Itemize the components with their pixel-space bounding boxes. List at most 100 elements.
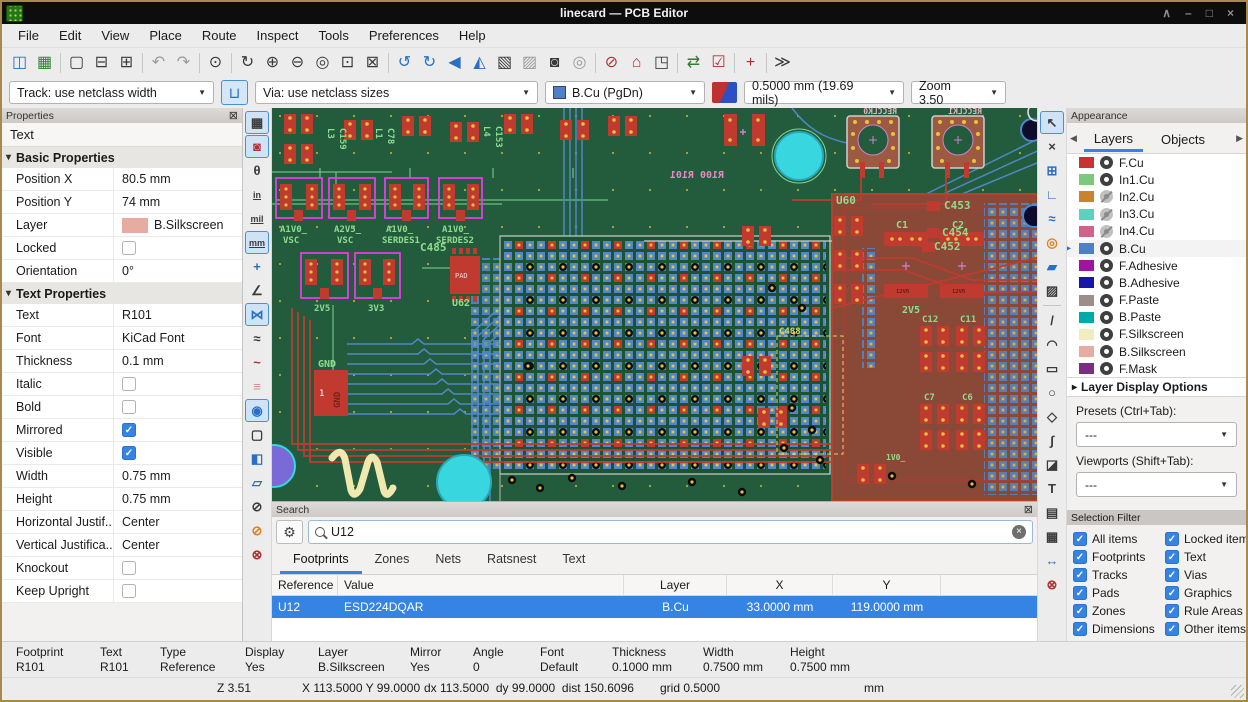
eye-off-icon[interactable]	[1100, 208, 1113, 221]
width-field[interactable]: 0.75 mm	[114, 465, 242, 487]
minimize-icon[interactable]: –	[1185, 6, 1192, 20]
layer-pair-indicator[interactable]	[712, 82, 737, 103]
tab-objects[interactable]: Objects	[1151, 126, 1215, 150]
cleanup-tracks-icon[interactable]: +	[738, 51, 763, 75]
find-icon[interactable]: ⊙	[203, 51, 228, 75]
rule-area-tool-icon[interactable]: ▨	[1040, 279, 1064, 302]
grid-lock-icon[interactable]: ◙	[245, 135, 269, 158]
ratsnest-visibility-icon[interactable]: ⋈	[245, 303, 269, 326]
shade-icon[interactable]: ∧	[1162, 6, 1171, 20]
text-tool-icon[interactable]: T	[1040, 477, 1064, 500]
rotate-ccw-icon[interactable]: ↺	[392, 51, 417, 75]
eye-icon[interactable]	[1100, 294, 1113, 307]
layer-row-in1cu[interactable]: In1.Cu	[1067, 171, 1246, 188]
route-tracks-tool-icon[interactable]: ∟	[1040, 183, 1064, 206]
update-footprints-icon[interactable]: ⊘	[599, 51, 624, 75]
knockout-checkbox[interactable]	[122, 561, 136, 575]
active-layer-combo[interactable]: B.Cu (PgDn)▼	[545, 81, 705, 104]
select-tool-icon[interactable]: ↖	[1040, 111, 1064, 134]
units-mils-icon[interactable]: mil	[245, 207, 269, 230]
filter-footprints[interactable]: Footprints	[1073, 550, 1165, 564]
search-settings-button[interactable]: ⚙	[276, 520, 303, 544]
menu-preferences[interactable]: Preferences	[359, 26, 449, 45]
eye-icon[interactable]	[1100, 173, 1113, 186]
column-value[interactable]: Value	[338, 575, 624, 595]
track-display-mode-icon[interactable]: ≡	[245, 375, 269, 398]
filter-other-items[interactable]: Other items	[1165, 622, 1246, 636]
three-d-viewer-icon[interactable]: ◳	[649, 51, 674, 75]
units-mm-icon[interactable]: mm	[245, 231, 269, 254]
menu-place[interactable]: Place	[139, 26, 192, 45]
search-input[interactable]: U12	[308, 520, 1033, 544]
column-x[interactable]: X	[727, 575, 833, 595]
update-pcb-from-schematic-icon[interactable]: ⇄	[681, 51, 706, 75]
filter-dimensions[interactable]: Dimensions	[1073, 622, 1165, 636]
hide-footprints-icon[interactable]: ⊘	[245, 495, 269, 518]
layer-row-bpaste[interactable]: B.Paste	[1067, 309, 1246, 326]
refresh-icon[interactable]: ↻	[235, 51, 260, 75]
menu-view[interactable]: View	[91, 26, 139, 45]
menu-tools[interactable]: Tools	[308, 26, 358, 45]
circle-tool-icon[interactable]: ○	[1040, 381, 1064, 404]
position-x-field[interactable]: 80.5 mm	[114, 168, 242, 190]
close-icon[interactable]: ⊠	[229, 109, 238, 122]
layer-field[interactable]: B.Silkscreen	[114, 214, 242, 236]
eye-icon[interactable]	[1100, 311, 1113, 324]
flip-view-icon[interactable]: ◀	[442, 51, 467, 75]
italic-checkbox[interactable]	[122, 377, 136, 391]
tab-zones[interactable]: Zones	[362, 547, 423, 574]
zoom-combo[interactable]: Zoom 3.50▼	[911, 81, 1006, 104]
close-icon[interactable]: ⊠	[1024, 503, 1033, 516]
filter-zones[interactable]: Zones	[1073, 604, 1165, 618]
clear-search-icon[interactable]	[1012, 525, 1026, 539]
menu-route[interactable]: Route	[192, 26, 247, 45]
zone-fill-mode-icon[interactable]: ◧	[245, 447, 269, 470]
zoom-selection-icon[interactable]: ⊠	[360, 51, 385, 75]
search-result-row[interactable]: U12 ESD224DQAR B.Cu 33.0000 mm 119.0000 …	[272, 596, 1037, 618]
tab-layers[interactable]: Layers	[1084, 125, 1143, 152]
menu-inspect[interactable]: Inspect	[247, 26, 309, 45]
undo-icon[interactable]: ↶	[146, 51, 171, 75]
rectangle-tool-icon[interactable]: ▭	[1040, 357, 1064, 380]
layer-row-fsilkscreen[interactable]: F.Silkscreen	[1067, 326, 1246, 343]
plot-icon[interactable]: ⊞	[114, 51, 139, 75]
textbox-tool-icon[interactable]: ▤	[1040, 501, 1064, 524]
hide-vias-icon[interactable]: ⊗	[245, 543, 269, 566]
lock-icon[interactable]: ◙	[542, 51, 567, 75]
layer-row-fcu[interactable]: F.Cu	[1067, 154, 1246, 171]
print-icon[interactable]: ⊟	[89, 51, 114, 75]
zone-outline-mode-icon[interactable]: ▱	[245, 471, 269, 494]
layer-row-fmask[interactable]: F.Mask	[1067, 360, 1246, 377]
layer-row-fadhesive[interactable]: F.Adhesive	[1067, 257, 1246, 274]
filter-vias[interactable]: Vias	[1165, 568, 1246, 582]
free-angle-icon[interactable]: ∠	[245, 279, 269, 302]
eye-icon[interactable]	[1100, 328, 1113, 341]
tab-nets[interactable]: Nets	[422, 547, 474, 574]
board-setup-icon[interactable]: ▦	[32, 51, 57, 75]
redo-icon[interactable]: ↷	[171, 51, 196, 75]
layer-row-in3cu[interactable]: In3.Cu	[1067, 206, 1246, 223]
via-size-combo[interactable]: Via: use netclass sizes▼	[255, 81, 538, 104]
eye-icon[interactable]	[1100, 259, 1113, 272]
via-tool-icon[interactable]: ◎	[1040, 231, 1064, 254]
tab-footprints[interactable]: Footprints	[280, 547, 362, 574]
drc-icon[interactable]: ☑	[706, 51, 731, 75]
filter-pads[interactable]: Pads	[1073, 586, 1165, 600]
mirrored-checkbox[interactable]	[122, 423, 136, 437]
menu-file[interactable]: File	[8, 26, 49, 45]
polygon-tool-icon[interactable]: ◇	[1040, 405, 1064, 428]
grid-combo[interactable]: 0.5000 mm (19.69 mils)▼	[744, 81, 904, 104]
locked-checkbox[interactable]	[122, 241, 136, 255]
thickness-field[interactable]: 0.1 mm	[114, 350, 242, 372]
bold-checkbox[interactable]	[122, 400, 136, 414]
vertical-justification-field[interactable]: Center	[114, 534, 242, 556]
arc-tool-icon[interactable]: ◠	[1040, 333, 1064, 356]
filter-text[interactable]: Text	[1165, 550, 1246, 564]
scripting-console-icon[interactable]: ≫	[770, 51, 795, 75]
maximize-icon[interactable]: □	[1206, 6, 1213, 20]
keep-upright-checkbox[interactable]	[122, 584, 136, 598]
rotate-cw-icon[interactable]: ↻	[417, 51, 442, 75]
menu-help[interactable]: Help	[449, 26, 496, 45]
column-layer[interactable]: Layer	[624, 575, 727, 595]
layer-display-options[interactable]: Layer Display Options	[1067, 377, 1246, 396]
